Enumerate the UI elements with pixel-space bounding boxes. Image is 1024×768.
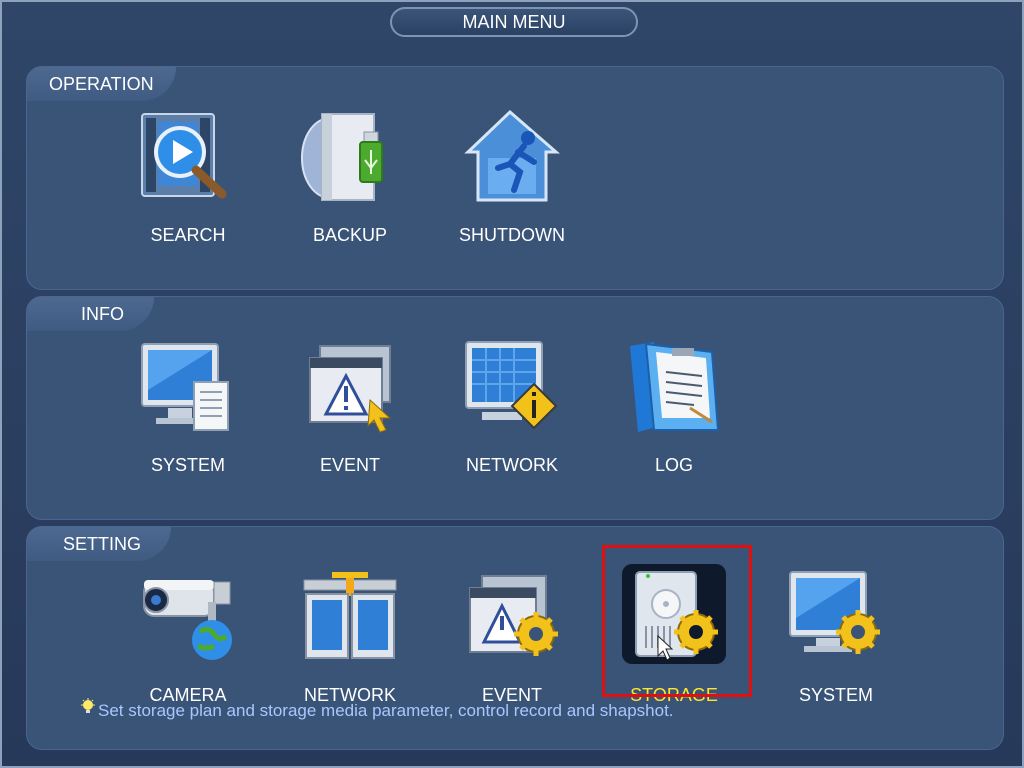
info-event-label: EVENT <box>319 455 380 475</box>
event-info-icon <box>309 345 392 433</box>
info-network-button[interactable]: NETWORK <box>447 338 577 478</box>
camera-icon <box>143 580 232 660</box>
setting-event-button[interactable]: EVENT <box>447 568 577 708</box>
info-log-label: LOG <box>654 455 693 475</box>
hint-text: Set storage plan and storage media param… <box>98 701 674 720</box>
hint-bar: Set storage plan and storage media param… <box>80 698 674 722</box>
search-label: SEARCH <box>150 225 226 245</box>
info-system-button[interactable]: SYSTEM <box>123 338 253 478</box>
network-info-icon <box>465 341 558 430</box>
lightbulb-icon <box>80 698 98 722</box>
shutdown-icon <box>464 109 561 202</box>
operation-section-label: OPERATION <box>27 67 176 101</box>
setting-camera-button[interactable]: CAMERA <box>123 568 253 708</box>
log-icon <box>630 342 720 432</box>
info-log-button[interactable]: LOG <box>609 338 739 478</box>
setting-system-label: SYSTEM <box>798 685 873 705</box>
network-setting-icon <box>303 572 397 659</box>
event-setting-icon <box>469 575 558 656</box>
search-icon <box>141 113 227 199</box>
backup-button[interactable]: BACKUP <box>285 108 415 248</box>
system-info-icon <box>141 343 229 431</box>
setting-system-button[interactable]: SYSTEM <box>771 568 901 708</box>
selection-highlight <box>602 545 752 697</box>
setting-network-button[interactable]: NETWORK <box>285 568 415 708</box>
main-menu-window: MAIN MENU OPERATION SEARCH BACKUP SHUTDO… <box>0 0 1024 768</box>
shutdown-button[interactable]: SHUTDOWN <box>447 108 577 248</box>
search-button[interactable]: SEARCH <box>123 108 253 248</box>
backup-label: BACKUP <box>312 225 388 245</box>
info-network-label: NETWORK <box>466 455 558 475</box>
backup-icon <box>301 113 383 201</box>
window-title: MAIN MENU <box>390 7 638 37</box>
info-section-label: INFO <box>27 297 154 331</box>
setting-section-label: SETTING <box>27 527 172 561</box>
system-setting-icon <box>789 571 880 654</box>
info-system-label: SYSTEM <box>150 455 225 475</box>
info-event-button[interactable]: EVENT <box>285 338 415 478</box>
shutdown-label: SHUTDOWN <box>459 225 565 245</box>
